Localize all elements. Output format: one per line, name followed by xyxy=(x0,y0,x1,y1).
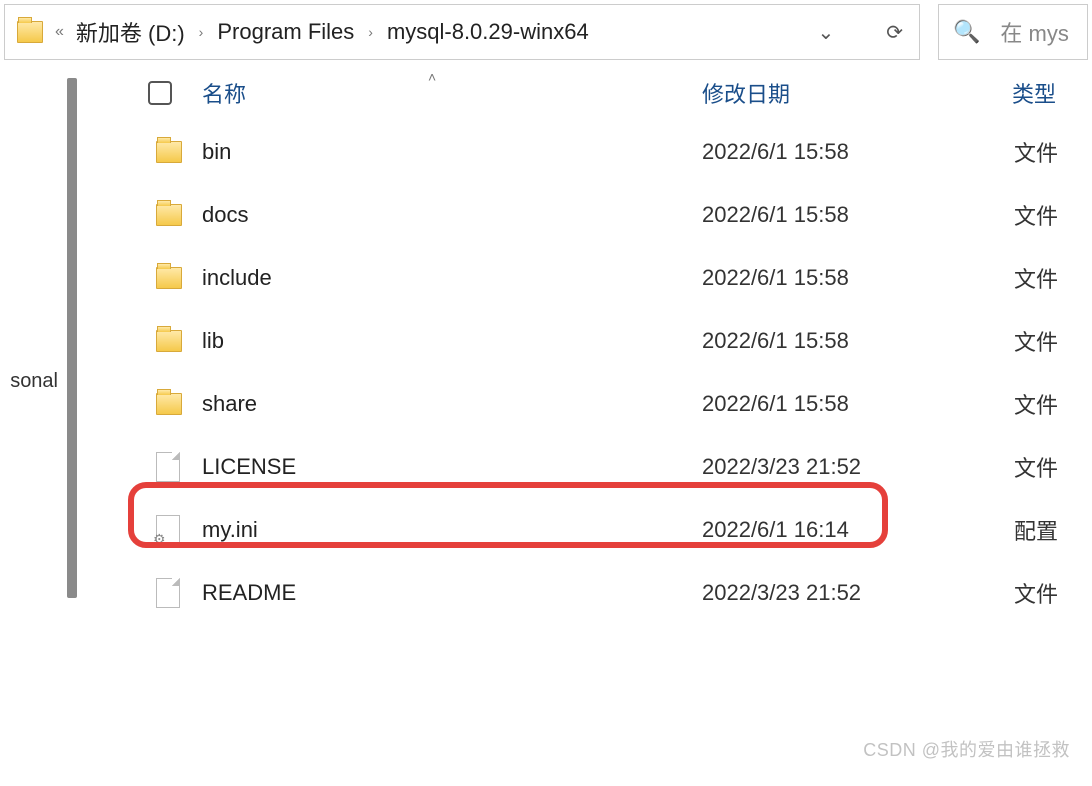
folder-icon xyxy=(156,267,182,289)
search-icon: 🔍 xyxy=(953,19,980,45)
file-modified: 2022/6/1 15:58 xyxy=(702,328,1014,354)
file-name: lib xyxy=(202,328,702,354)
file-name: docs xyxy=(202,202,702,228)
search-placeholder: 在 mys xyxy=(1000,16,1068,48)
select-all-checkbox[interactable] xyxy=(148,81,172,105)
file-name: README xyxy=(202,580,702,606)
file-type: 文件 xyxy=(1014,199,1058,231)
file-modified: 2022/3/23 21:52 xyxy=(702,454,1014,480)
file-type: 文件 xyxy=(1014,136,1058,168)
search-input[interactable]: 🔍 在 mys xyxy=(938,4,1088,60)
file-name: include xyxy=(202,265,702,291)
folder-icon xyxy=(156,330,182,352)
file-modified: 2022/6/1 16:14 xyxy=(702,517,1014,543)
column-modified[interactable]: 修改日期 xyxy=(702,77,1012,109)
crumb-2[interactable]: mysql-8.0.29-winx64 xyxy=(387,19,589,45)
address-bar[interactable]: « 新加卷 (D:) › Program Files › mysql-8.0.2… xyxy=(4,4,920,60)
watermark: CSDN @我的爱由谁拯救 xyxy=(863,736,1070,762)
chevron-right-icon: › xyxy=(197,24,206,40)
breadcrumb[interactable]: « 新加卷 (D:) › Program Files › mysql-8.0.2… xyxy=(55,16,817,48)
crumb-1[interactable]: Program Files xyxy=(217,19,354,45)
refresh-icon[interactable]: ⟳ xyxy=(886,20,903,45)
file-row[interactable]: share2022/6/1 15:58文件 xyxy=(86,372,1092,435)
file-row[interactable]: bin2022/6/1 15:58文件 xyxy=(86,120,1092,183)
file-name: LICENSE xyxy=(202,454,702,480)
column-type[interactable]: 类型 xyxy=(1012,77,1056,109)
crumb-0[interactable]: 新加卷 (D:) xyxy=(76,16,185,48)
sort-indicator-icon: ˄ xyxy=(428,69,436,85)
file-row[interactable]: LICENSE2022/3/23 21:52文件 xyxy=(86,435,1092,498)
column-headers[interactable]: 名称 ˄ 修改日期 类型 xyxy=(86,66,1092,120)
folder-icon xyxy=(17,21,43,43)
folder-icon xyxy=(156,204,182,226)
config-file-icon xyxy=(156,515,180,545)
dropdown-chevron-icon[interactable]: ⌄ xyxy=(817,20,834,45)
chevron-right-icon: › xyxy=(366,24,375,40)
nav-item-truncated[interactable]: sonal xyxy=(10,370,58,393)
file-list: 名称 ˄ 修改日期 类型 bin2022/6/1 15:58文件docs2022… xyxy=(86,60,1092,786)
file-type: 文件 xyxy=(1014,325,1058,357)
file-type: 文件 xyxy=(1014,451,1058,483)
file-icon xyxy=(156,578,180,608)
file-row[interactable]: lib2022/6/1 15:58文件 xyxy=(86,309,1092,372)
file-row[interactable]: include2022/6/1 15:58文件 xyxy=(86,246,1092,309)
folder-icon xyxy=(156,141,182,163)
file-row[interactable]: docs2022/6/1 15:58文件 xyxy=(86,183,1092,246)
file-type: 文件 xyxy=(1014,577,1058,609)
file-row[interactable]: my.ini2022/6/1 16:14配置 xyxy=(86,498,1092,561)
file-modified: 2022/6/1 15:58 xyxy=(702,202,1014,228)
file-name: bin xyxy=(202,139,702,165)
file-type: 文件 xyxy=(1014,388,1058,420)
file-row[interactable]: README2022/3/23 21:52文件 xyxy=(86,561,1092,624)
overflow-chevron-icon[interactable]: « xyxy=(55,23,64,41)
nav-scrollbar[interactable] xyxy=(58,60,86,786)
file-modified: 2022/3/23 21:52 xyxy=(702,580,1014,606)
file-name: my.ini xyxy=(202,517,702,543)
file-type: 配置 xyxy=(1014,514,1058,546)
folder-icon xyxy=(156,393,182,415)
file-name: share xyxy=(202,391,702,417)
scrollbar-thumb[interactable] xyxy=(67,78,77,598)
file-modified: 2022/6/1 15:58 xyxy=(702,265,1014,291)
file-icon xyxy=(156,452,180,482)
column-name[interactable]: 名称 ˄ xyxy=(202,77,702,109)
file-modified: 2022/6/1 15:58 xyxy=(702,391,1014,417)
file-modified: 2022/6/1 15:58 xyxy=(702,139,1014,165)
file-type: 文件 xyxy=(1014,262,1058,294)
nav-tree[interactable]: sonal xyxy=(0,60,58,786)
